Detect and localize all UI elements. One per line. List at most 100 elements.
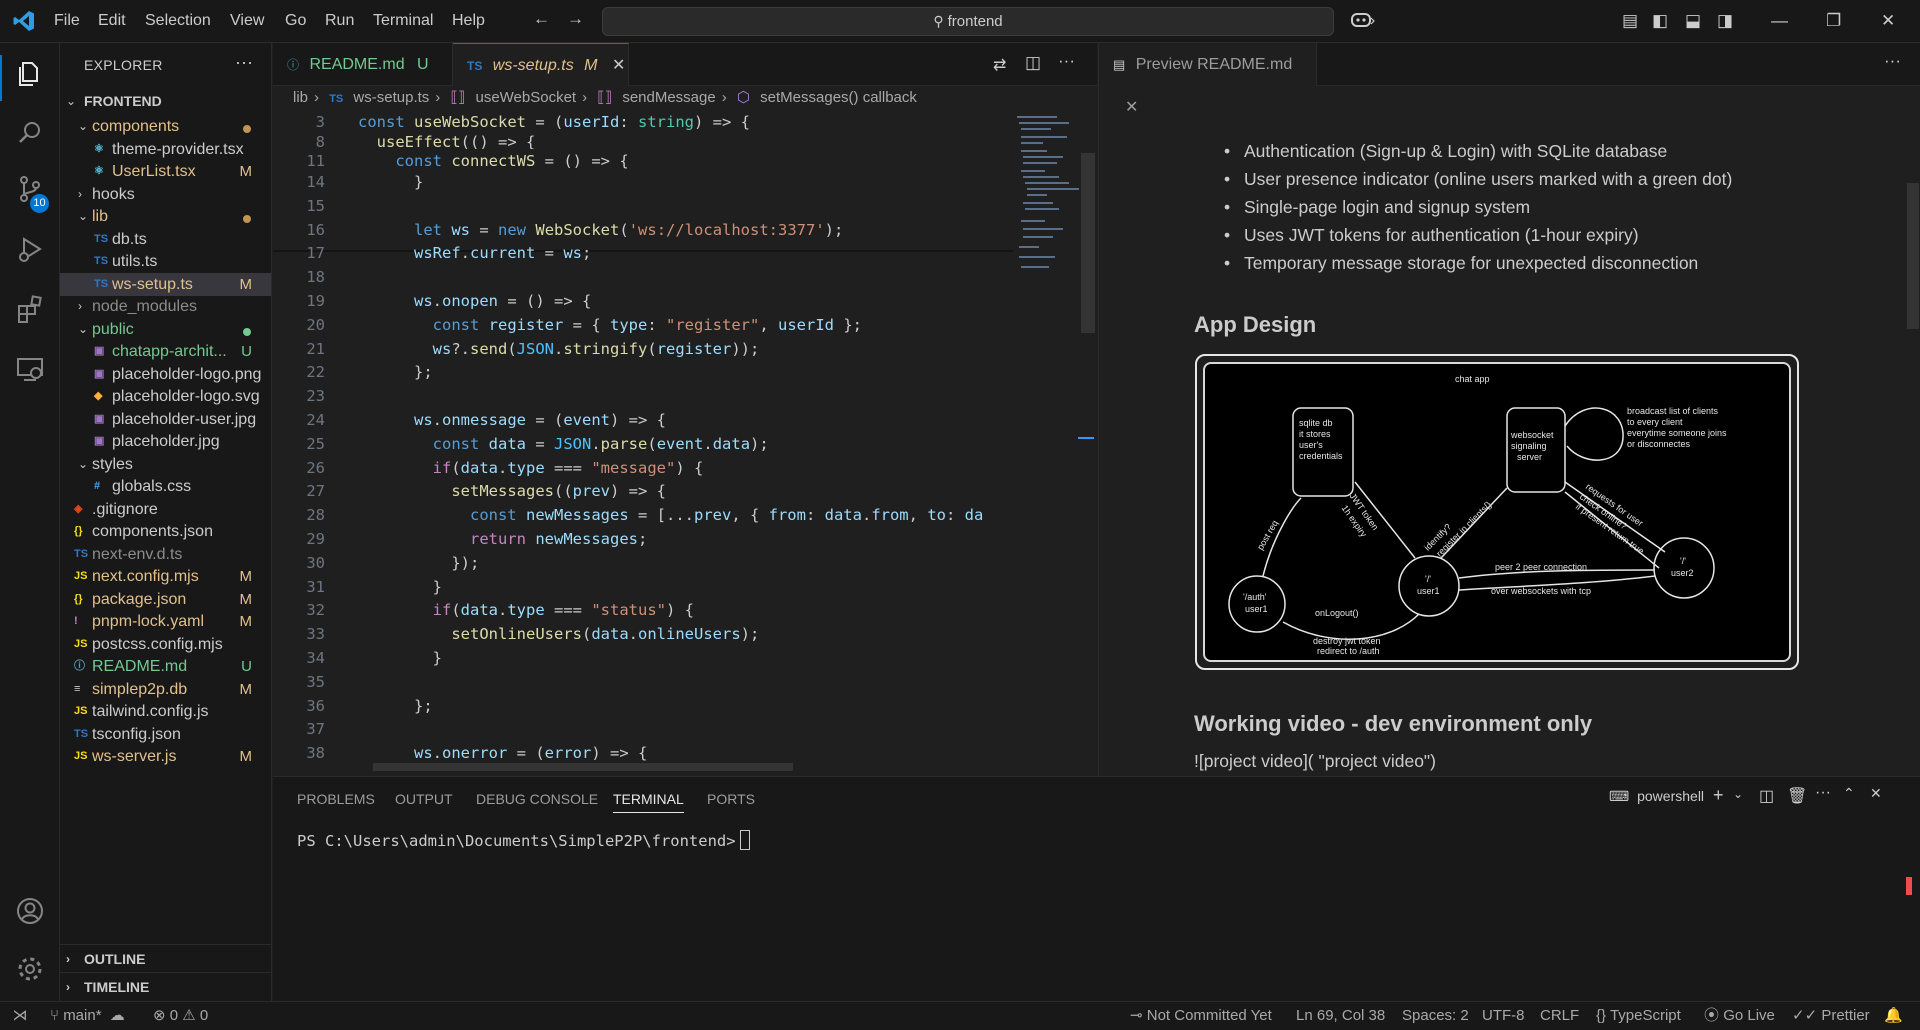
explorer-item-postcss-config-mjs[interactable]: JS postcss.config.mjs <box>60 633 271 656</box>
search-view-icon[interactable] <box>14 117 46 149</box>
code-line[interactable]: 33 setOnlineUsers(data.onlineUsers); <box>273 622 1013 646</box>
language-mode[interactable]: {} TypeScript <box>1596 1002 1681 1030</box>
code-editor[interactable]: 3 const useWebSocket = (userId: string) =… <box>273 110 1013 776</box>
explorer-icon[interactable] <box>14 57 46 89</box>
tab-preview-readme[interactable]: ▤ Preview README.md ✕ <box>1099 43 1317 116</box>
code-line[interactable]: 23 <box>273 384 1013 408</box>
code-line[interactable]: 31 } <box>273 575 1013 599</box>
menu-help[interactable]: Help <box>452 12 485 30</box>
outline-section[interactable]: › OUTLINE <box>60 944 271 972</box>
terminal-prompt[interactable]: PS C:\Users\admin\Documents\SimpleP2P\fr… <box>297 830 750 850</box>
close-panel-icon[interactable]: ✕ <box>1870 785 1882 802</box>
split-terminal-icon[interactable]: ◫ <box>1759 786 1774 806</box>
terminal-dropdown-icon[interactable]: ⌄ <box>1733 787 1743 801</box>
explorer-item-utils-ts[interactable]: TS utils.ts <box>60 250 271 273</box>
toggle-secondary-sidebar-icon[interactable]: ◨ <box>1717 11 1733 31</box>
code-line[interactable]: 26 if(data.type === "message") { <box>273 456 1013 480</box>
customize-layout-icon[interactable]: ▤ <box>1622 11 1638 31</box>
indentation[interactable]: Spaces: 2 <box>1402 1002 1469 1030</box>
code-line[interactable]: 32 if(data.type === "status") { <box>273 598 1013 622</box>
menu-go[interactable]: Go <box>285 12 306 30</box>
panel-tab-terminal[interactable]: TERMINAL <box>613 791 684 813</box>
explorer-item-placeholder-jpg[interactable]: ▣ placeholder.jpg <box>60 430 271 453</box>
panel-more-icon[interactable]: ··· <box>1815 784 1831 802</box>
code-line[interactable]: 20 const register = { type: "register", … <box>273 313 1013 337</box>
maximize-panel-icon[interactable]: ⌃ <box>1843 785 1855 802</box>
code-line[interactable]: 36 }; <box>273 694 1013 718</box>
explorer-item-placeholder-logo-svg[interactable]: ◆ placeholder-logo.svg <box>60 385 271 408</box>
explorer-item-tsconfig-json[interactable]: TS tsconfig.json <box>60 723 271 746</box>
extensions-icon[interactable] <box>14 293 46 325</box>
explorer-item-placeholder-logo-png[interactable]: ▣ placeholder-logo.png <box>60 363 271 386</box>
breadcrumb-item[interactable]: ws-setup.ts <box>353 89 429 106</box>
breadcrumb-item[interactable]: sendMessage <box>622 89 715 106</box>
preview-more-icon[interactable]: ··· <box>1884 51 1901 71</box>
tab-ws-setup[interactable]: TS ws-setup.ts M ✕ <box>453 43 629 86</box>
code-line[interactable]: 15 <box>273 194 1013 218</box>
explorer-item-placeholder-user-jpg[interactable]: ▣ placeholder-user.jpg <box>60 408 271 431</box>
notifications-bell-icon[interactable]: 🔔 <box>1884 1002 1903 1030</box>
split-editor-icon[interactable]: ◫ <box>1025 53 1041 73</box>
breadcrumb-item[interactable]: setMessages() callback <box>760 89 917 106</box>
explorer-item-chatapp-archit-[interactable]: ▣ chatapp-archit... U <box>60 340 271 363</box>
code-line[interactable]: 30 }); <box>273 551 1013 575</box>
explorer-item--gitignore[interactable]: ◈ .gitignore <box>60 498 271 521</box>
panel-tab-problems[interactable]: PROBLEMS <box>297 791 375 807</box>
problems-indicator[interactable]: ⊗ 0 ⚠ 0 <box>153 1002 208 1030</box>
run-debug-icon[interactable] <box>14 233 46 265</box>
preview-scrollbar[interactable] <box>1907 183 1919 329</box>
code-line[interactable]: 35 <box>273 670 1013 694</box>
code-line[interactable]: 27 setMessages((prev) => { <box>273 479 1013 503</box>
explorer-item-components-json[interactable]: {} components.json <box>60 520 271 543</box>
branch-indicator[interactable]: ⑂ main* ☁ <box>50 1002 125 1030</box>
remote-explorer-icon[interactable] <box>14 353 46 385</box>
explorer-item-db-ts[interactable]: TS db.ts <box>60 228 271 251</box>
explorer-root-folder[interactable]: ⌄ FRONTEND <box>60 88 271 115</box>
back-arrow-icon[interactable]: ← <box>533 9 550 29</box>
explorer-item-ws-setup-ts[interactable]: TS ws-setup.ts M <box>60 272 271 296</box>
minimize-window-icon[interactable]: — <box>1771 11 1788 31</box>
code-line[interactable]: 19 ws.onopen = () => { <box>273 289 1013 313</box>
panel-tab-ports[interactable]: PORTS <box>707 791 755 807</box>
menu-terminal[interactable]: Terminal <box>373 12 433 30</box>
explorer-item-simplep2p-db[interactable]: ≡ simplep2p.db M <box>60 678 271 701</box>
panel-tab-debug-console[interactable]: DEBUG CONSOLE <box>476 791 598 807</box>
code-line[interactable]: 38 ws.onerror = (error) => { <box>273 741 1013 765</box>
forward-arrow-icon[interactable]: → <box>567 9 584 29</box>
command-center-search[interactable]: ⚲ frontend <box>602 7 1334 36</box>
explorer-item-hooks[interactable]: › hooks <box>60 183 271 206</box>
code-line[interactable]: 22 }; <box>273 360 1013 384</box>
code-line[interactable]: 14 } <box>273 170 1013 194</box>
accounts-icon[interactable] <box>14 895 46 927</box>
restore-window-icon[interactable]: ❐ <box>1826 11 1841 31</box>
code-line[interactable]: 34 } <box>273 646 1013 670</box>
prettier-status[interactable]: ✓✓ Prettier <box>1792 1002 1870 1030</box>
terminal-shell-selector[interactable]: ⌨ powershell <box>1609 788 1704 805</box>
explorer-item-next-env-d-ts[interactable]: TS next-env.d.ts <box>60 543 271 566</box>
code-line[interactable]: 28 const newMessages = [...prev, { from:… <box>273 503 1013 527</box>
explorer-item-pnpm-lock-yaml[interactable]: ! pnpm-lock.yaml M <box>60 610 271 633</box>
explorer-item-styles[interactable]: ⌄ styles <box>60 453 271 476</box>
close-window-icon[interactable]: ✕ <box>1881 11 1895 31</box>
settings-gear-icon[interactable] <box>14 953 46 985</box>
breadcrumb-item[interactable]: useWebSocket <box>475 89 576 106</box>
remote-indicator-icon[interactable]: ⋊ <box>0 1002 40 1030</box>
horizontal-scrollbar[interactable] <box>373 763 793 771</box>
git-blame-status[interactable]: ⊸ Not Committed Yet <box>1130 1002 1272 1030</box>
go-live-button[interactable]: ⦿ Go Live <box>1704 1002 1775 1030</box>
explorer-item-readme-md[interactable]: ⓘ README.md U <box>60 655 271 678</box>
open-changes-icon[interactable]: ⇄ <box>993 55 1006 75</box>
explorer-item-package-json[interactable]: {} package.json M <box>60 588 271 611</box>
menu-run[interactable]: Run <box>325 12 354 30</box>
menu-selection[interactable]: Selection <box>145 12 211 30</box>
code-line[interactable]: 29 return newMessages; <box>273 527 1013 551</box>
kill-terminal-icon[interactable]: 🗑 <box>1787 786 1807 806</box>
explorer-item-public[interactable]: ⌄ public <box>60 318 271 341</box>
explorer-item-lib[interactable]: ⌄ lib <box>60 205 271 228</box>
code-line[interactable]: 18 <box>273 265 1013 289</box>
close-tab-icon[interactable]: ✕ <box>612 57 625 74</box>
new-terminal-icon[interactable]: + <box>1713 785 1724 806</box>
explorer-item-userlist-tsx[interactable]: ⚛ UserList.tsx M <box>60 160 271 183</box>
code-line[interactable]: 17 wsRef.current = ws; <box>273 241 1013 265</box>
explorer-item-components[interactable]: ⌄ components <box>60 115 271 138</box>
